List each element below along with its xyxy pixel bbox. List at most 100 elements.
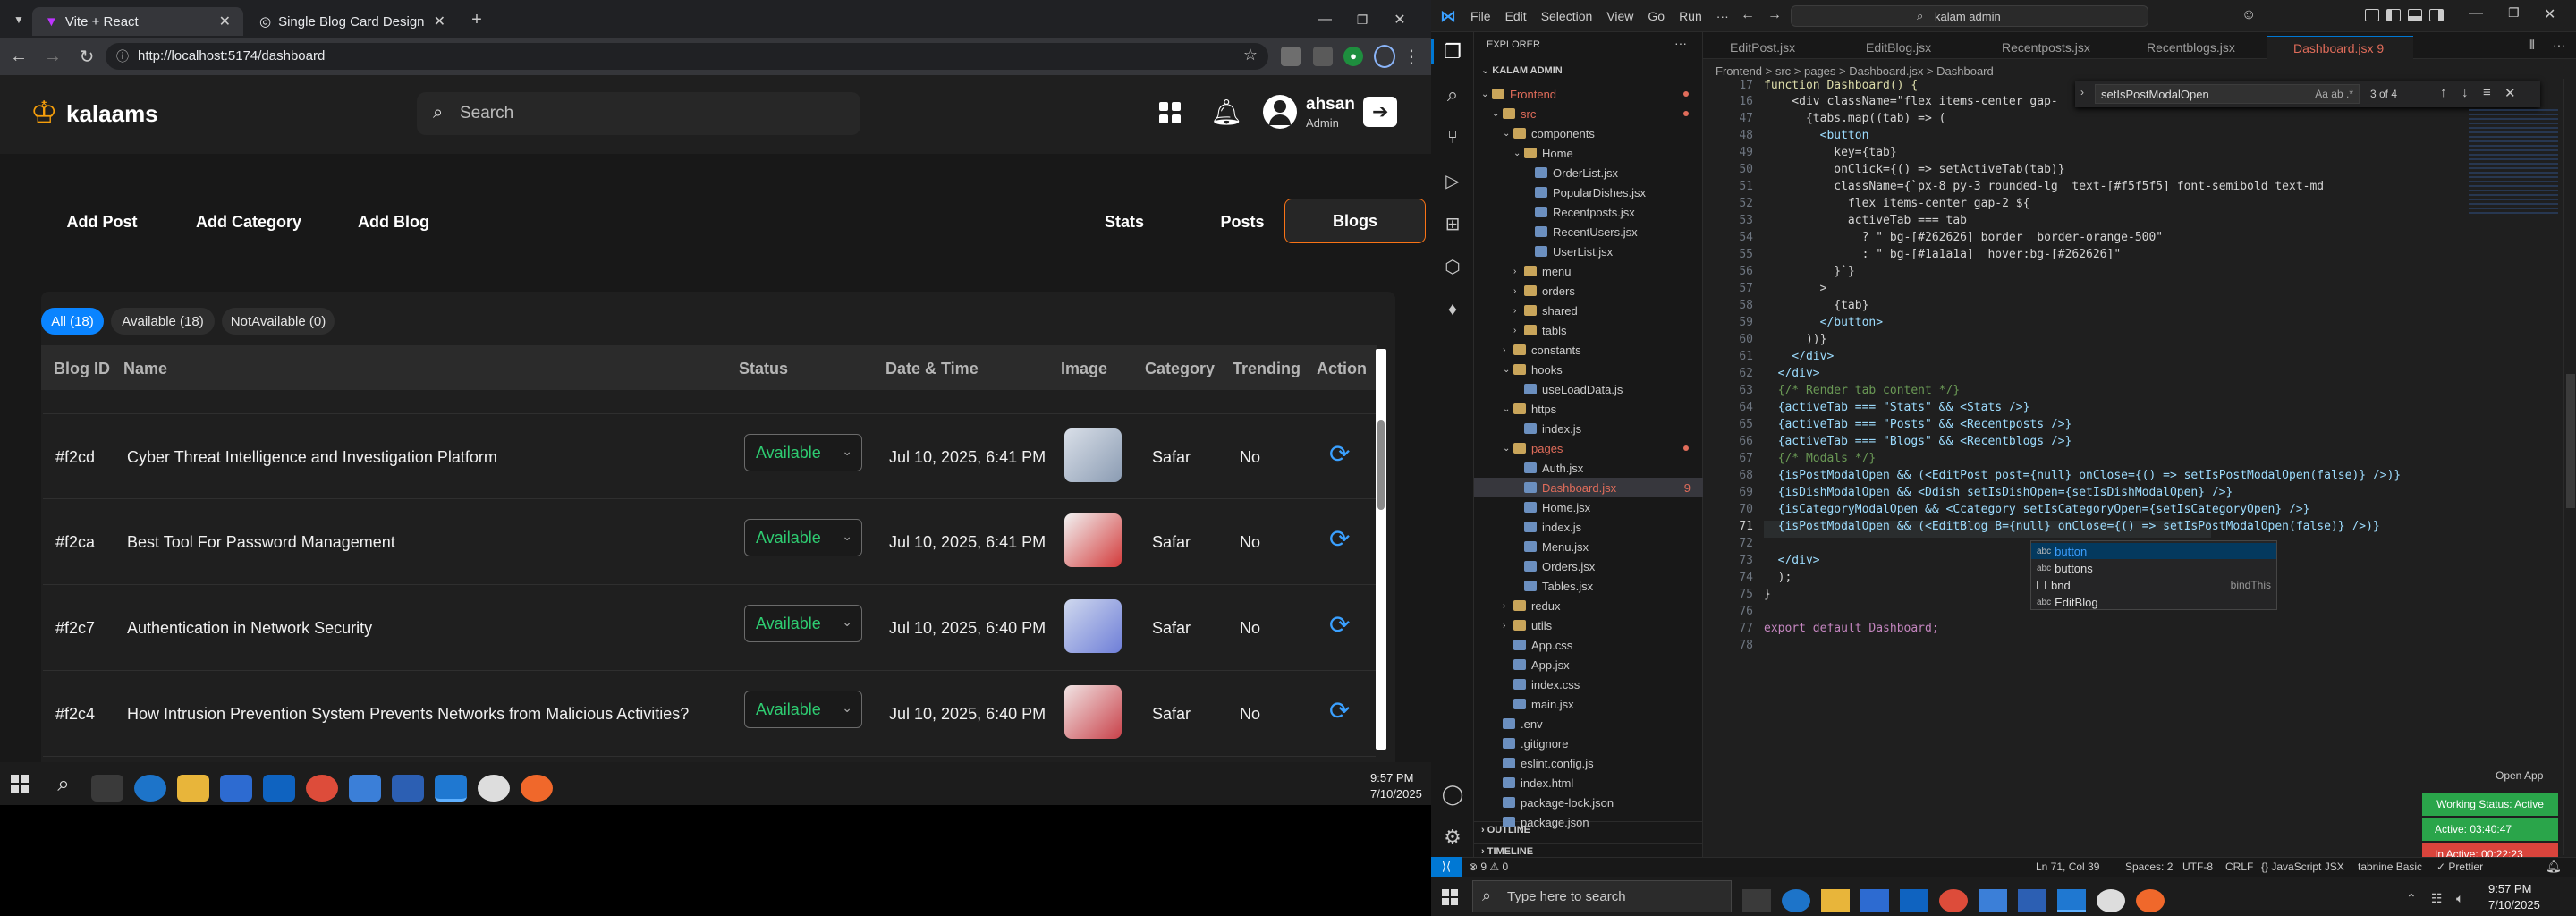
file-item[interactable]: App.jsx [1474,655,1703,674]
close-icon[interactable]: ✕ [434,13,445,30]
close-window-icon[interactable]: ✕ [1388,9,1411,30]
remote-indicator-icon[interactable]: ⟩⟨ [1431,857,1462,877]
filter-not-available[interactable]: NotAvailable (0) [222,308,335,335]
app-icon[interactable] [1979,889,2007,912]
profile-avatar[interactable]: ● [1343,47,1363,66]
refresh-icon[interactable]: ⟳ [1329,524,1356,553]
more-actions-icon[interactable]: ··· [1674,36,1687,50]
status-select[interactable]: Available ⌄ [744,519,862,556]
folder-item[interactable]: ⌄ pages [1474,438,1703,458]
language-mode[interactable]: {} JavaScript JSX [2261,861,2344,873]
autocomplete-item[interactable]: abc EditBlog [2037,594,2098,610]
close-icon[interactable]: ✕ [219,13,231,30]
windows-icon[interactable] [1442,889,1458,905]
folder-item[interactable]: ⌄ Frontend [1474,84,1703,104]
file-item[interactable]: App.css [1474,635,1703,655]
volume-icon[interactable]: 🔈︎ [2456,891,2463,906]
star-icon[interactable]: ☆ [1243,46,1258,64]
folder-item[interactable]: › redux [1474,596,1703,615]
folder-item[interactable]: ⌄ https [1474,399,1703,419]
source-control-icon[interactable]: ⑂ [1442,127,1463,148]
bell-icon[interactable]: 🔔︎ [1210,97,1242,127]
search-icon[interactable]: ⌕ [1442,83,1463,106]
editor-tab-active[interactable]: Dashboard.jsx 9 [2267,36,2413,59]
problems-count[interactable]: ⊗ 9 ⚠ 0 [1469,861,1508,873]
menu-file[interactable]: File [1470,9,1491,23]
close-icon[interactable]: ✕ [2504,85,2516,101]
editor-tab[interactable]: EditPost.jsx [1703,36,1837,59]
status-select[interactable]: Available ⌄ [744,691,862,728]
menu-go[interactable]: Go [1648,9,1665,23]
copilot-icon[interactable]: ☺ [2241,7,2256,23]
profile-ring-icon[interactable] [1374,45,1395,68]
reload-icon[interactable]: ↻ [75,45,98,68]
app-icon[interactable] [478,775,510,802]
file-item[interactable]: .gitignore [1474,734,1703,753]
indentation[interactable]: Spaces: 2 [2125,861,2173,873]
maximize-icon[interactable]: ❐ [2508,5,2520,21]
task-view-icon[interactable] [1742,889,1771,912]
taskbar-search[interactable]: ⌕ Type here to search [1472,880,1732,912]
avatar[interactable] [1263,95,1297,129]
explorer-icon[interactable]: ❐ [1442,40,1463,63]
add-post-button[interactable]: Add Post [41,193,163,250]
menu-view[interactable]: View [1606,9,1633,23]
open-app-link[interactable]: Open App [2496,769,2543,782]
status-select[interactable]: Available ⌄ [744,605,862,642]
forward-icon[interactable]: → [1767,7,1782,23]
file-item[interactable]: index.js [1474,517,1703,537]
menu-selection[interactable]: Selection [1541,9,1593,23]
file-item[interactable]: Auth.jsx [1474,458,1703,478]
find-options-icon[interactable]: Aa ab .* [2315,88,2353,100]
file-item[interactable]: useLoadData.js [1474,379,1703,399]
logout-icon[interactable]: ➔ [1363,97,1397,127]
zoom-icon[interactable] [2018,889,2046,912]
table-scrollbar-thumb[interactable] [1377,420,1385,510]
autocomplete-item[interactable]: abc button [2037,543,2087,559]
more-actions-icon[interactable]: ··· [2553,38,2565,52]
menu-edit[interactable]: Edit [1505,9,1527,23]
editor-tab[interactable]: EditBlog.jsx [1839,36,1973,59]
vscode-icon[interactable] [2057,889,2086,912]
autocomplete-item[interactable]: bnd bindThis [2037,577,2271,593]
prettier-status[interactable]: ✓ Prettier [2436,861,2483,873]
file-item[interactable]: .env [1474,714,1703,734]
layout-icon[interactable] [2365,9,2379,21]
tab-blogs[interactable]: Blogs [1284,199,1426,243]
next-match-icon[interactable]: ↓ [2462,85,2469,100]
toggle-sidebar-icon[interactable] [2386,9,2401,21]
line-ending[interactable]: CRLF [2225,861,2253,873]
folder-icon[interactable] [177,775,209,802]
file-item[interactable]: package-lock.json [1474,793,1703,812]
app-icon[interactable] [2136,889,2165,912]
file-item[interactable]: eslint.config.js [1474,753,1703,773]
browser-tab[interactable]: ◎ Single Blog Card Design ✕ [247,7,458,36]
extensions-icon[interactable]: ⊞ [1442,213,1463,234]
status-select[interactable]: Available ⌄ [744,434,862,471]
file-item[interactable]: index.css [1474,674,1703,694]
back-icon[interactable]: ← [7,45,30,68]
add-blog-button[interactable]: Add Blog [331,193,456,250]
chrome-icon[interactable] [306,775,338,802]
back-icon[interactable]: ← [1741,7,1755,23]
file-item[interactable]: UserList.jsx [1474,242,1703,261]
run-debug-icon[interactable]: ▷ [1442,170,1463,191]
encoding[interactable]: UTF-8 [2182,861,2213,873]
address-bar[interactable]: ⓘ http://localhost:5174/dashboard ☆ [106,43,1268,70]
command-center[interactable]: ⌕ kalam admin [1791,5,2148,27]
outlook-icon[interactable] [1900,889,1928,912]
find-in-selection-icon[interactable]: ≡ [2483,85,2491,100]
file-item[interactable]: main.jsx [1474,694,1703,714]
folder-icon[interactable] [1821,889,1850,912]
tray-chevron-icon[interactable]: ⌃ [2406,891,2417,906]
file-item[interactable]: OrderList.jsx [1474,163,1703,182]
remote-icon[interactable]: ⬡ [1442,256,1463,277]
table-scrollbar-track[interactable] [1376,349,1386,750]
account-icon[interactable]: ◯ [1442,783,1464,805]
tab-stats[interactable]: Stats [1072,193,1177,250]
search-icon[interactable]: ⌕ [50,771,77,798]
tabnine-status[interactable]: tabnine Basic [2358,861,2422,873]
close-window-icon[interactable]: ✕ [2544,5,2555,23]
autocomplete-item[interactable]: abc buttons [2037,560,2093,576]
refresh-icon[interactable]: ⟳ [1329,610,1356,639]
